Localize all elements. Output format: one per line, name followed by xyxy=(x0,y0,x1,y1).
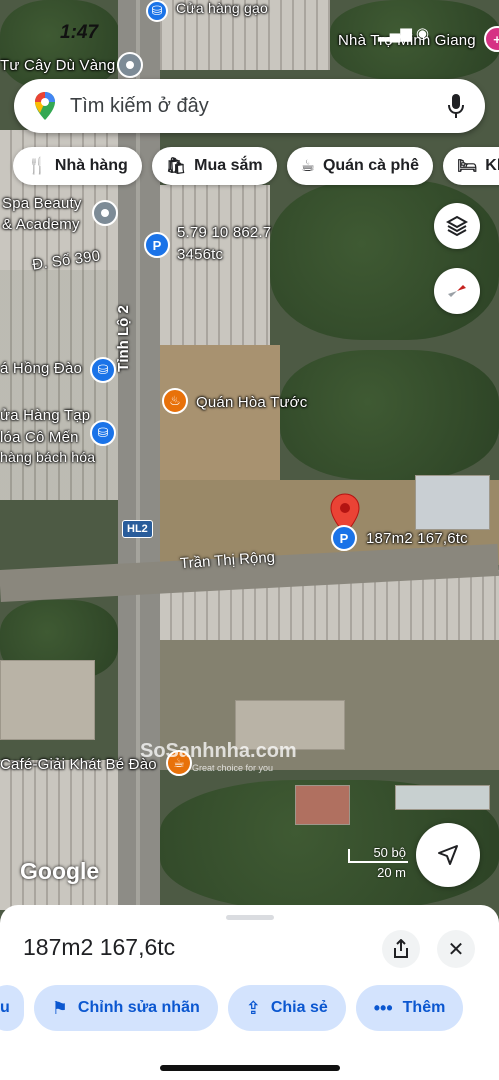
restaurant-icon: 🍴 xyxy=(27,158,47,175)
place-title: 187m2 167,6tc xyxy=(23,934,176,960)
shopping-bag-icon: 🛍 xyxy=(165,158,187,175)
flag-icon: ⚑ xyxy=(51,997,68,1018)
map-label-cay-du-vang[interactable]: Tư Cây Dù Vàng xyxy=(0,57,115,74)
share-icon xyxy=(394,939,408,958)
map-label-tap-hoa-2[interactable]: lóa Cô Mến xyxy=(0,429,79,446)
action-label: u xyxy=(0,999,10,1016)
chip-cafe[interactable]: ☕ Quán cà phê xyxy=(286,147,433,185)
rooftops xyxy=(0,760,118,910)
action-label: Chia sẻ xyxy=(270,999,328,1016)
compass-button[interactable] xyxy=(434,268,480,314)
place-pin-icon[interactable] xyxy=(117,52,143,78)
shop-pin-icon[interactable]: ⛁ xyxy=(90,420,116,446)
map-label-tinh-lo-2: Tỉnh Lộ 2 xyxy=(114,305,132,372)
layers-icon xyxy=(446,215,468,237)
close-icon: ✕ xyxy=(447,938,465,961)
road-shield-hl2: HL2 xyxy=(122,520,153,538)
map-label-cafe[interactable]: Café-Giải Khát Bé Đào xyxy=(0,756,157,773)
tree-cluster xyxy=(0,0,120,90)
rooftops xyxy=(160,185,270,345)
building xyxy=(0,660,95,740)
parking-pin-icon[interactable]: P xyxy=(331,525,357,551)
map-label-spa-2[interactable]: & Academy xyxy=(2,216,80,233)
home-indicator xyxy=(160,1065,340,1071)
bed-icon: 🛏 xyxy=(456,158,478,175)
parking-pin-icon[interactable]: P xyxy=(144,232,170,258)
action-chips: u ⚑ Chỉnh sửa nhãn ⇪ Chia sẻ ••• Thêm xyxy=(0,985,464,1031)
action-label: Chỉnh sửa nhãn xyxy=(77,999,200,1016)
place-pin-icon[interactable] xyxy=(92,200,118,226)
share-icon: ⇪ xyxy=(245,997,261,1018)
tree-cluster xyxy=(280,350,499,480)
map-label-store[interactable]: Cửa hàng gạo xyxy=(176,0,268,16)
scale-meters: 20 m xyxy=(377,865,406,880)
compass-icon xyxy=(448,285,466,297)
layers-button[interactable] xyxy=(434,203,480,249)
restaurant-pin-icon[interactable]: ♨ xyxy=(162,388,188,414)
microphone-icon[interactable] xyxy=(447,93,465,119)
my-location-button[interactable] xyxy=(416,823,480,887)
category-chips: 🍴 Nhà hàng 🛍 Mua sắm ☕ Quán cà phê 🛏 Kh xyxy=(13,147,499,185)
map-label-spa[interactable]: Spa Beauty xyxy=(2,195,82,212)
map-label-hong-dao[interactable]: á Hồng Đào xyxy=(0,360,82,377)
map-label-tap-hoa[interactable]: ửa Hàng Tạp xyxy=(0,407,90,424)
search-bar[interactable]: Tìm kiếm ở đây xyxy=(14,79,485,133)
chip-label: Mua sắm xyxy=(194,157,263,174)
map-label-selected-place[interactable]: 187m2 167,6tc xyxy=(366,530,468,547)
more-icon: ••• xyxy=(373,997,393,1018)
chip-label: Kh xyxy=(485,157,499,174)
share-action-button[interactable]: ⇪ Chia sẻ xyxy=(227,985,346,1031)
search-input[interactable]: Tìm kiếm ở đây xyxy=(70,95,447,118)
map-label-tap-hoa-3[interactable]: hàng bách hóa xyxy=(0,449,95,465)
scale-feet: 50 bộ xyxy=(373,845,406,860)
chip-label: Nhà hàng xyxy=(54,157,128,174)
coffee-icon: ☕ xyxy=(300,158,315,175)
more-button[interactable]: ••• Thêm xyxy=(355,985,464,1031)
google-logo: Google xyxy=(20,858,100,884)
building xyxy=(295,785,350,825)
edit-label-button[interactable]: ⚑ Chỉnh sửa nhãn xyxy=(33,985,218,1031)
shop-pin-icon[interactable]: ⛁ xyxy=(146,0,168,22)
share-button[interactable] xyxy=(382,930,420,968)
action-label: Thêm xyxy=(402,999,446,1016)
chip-shopping[interactable]: 🛍 Mua sắm xyxy=(151,147,277,185)
map-view[interactable]: Cửa hàng gạo ⛁ Tư Cây Dù Vàng Nhà Trọ Mi… xyxy=(0,0,499,930)
navigation-arrow-icon xyxy=(438,845,458,865)
bare-lot xyxy=(160,345,280,485)
google-maps-logo-icon xyxy=(35,92,55,120)
map-label-quan-hoa-tuoc[interactable]: Quán Hòa Tước xyxy=(196,394,307,411)
chip-hotels[interactable]: 🛏 Kh xyxy=(442,147,499,185)
map-label-parking-2[interactable]: 3456tc xyxy=(177,246,223,263)
map-label-parking-1[interactable]: 5.79 10 862.7 xyxy=(177,224,271,241)
chip-restaurants[interactable]: 🍴 Nhà hàng xyxy=(13,147,142,185)
chip-label: Quán cà phê xyxy=(322,157,419,174)
main-road xyxy=(118,0,160,930)
place-bottom-sheet[interactable]: 187m2 167,6tc ✕ u ⚑ Chỉnh sửa nhãn ⇪ Chi… xyxy=(0,905,499,1080)
close-button[interactable]: ✕ xyxy=(437,930,475,968)
watermark-text: SoSanhnha.com xyxy=(140,740,297,762)
watermark-subtext: Great choice for you xyxy=(192,763,274,773)
action-partial[interactable]: u xyxy=(0,985,24,1031)
drag-handle[interactable] xyxy=(226,915,274,920)
building xyxy=(395,785,490,810)
status-time: 1:47 xyxy=(60,22,99,43)
shop-pin-icon[interactable]: ⛁ xyxy=(90,357,116,383)
watermark: SoSanhnha.com Great choice for you xyxy=(140,740,297,773)
building xyxy=(415,475,490,530)
rooftops xyxy=(0,270,118,500)
scale-bar: 50 bộ 20 m xyxy=(330,843,410,880)
status-icons: ▂▄▆ ◉ xyxy=(378,25,429,42)
